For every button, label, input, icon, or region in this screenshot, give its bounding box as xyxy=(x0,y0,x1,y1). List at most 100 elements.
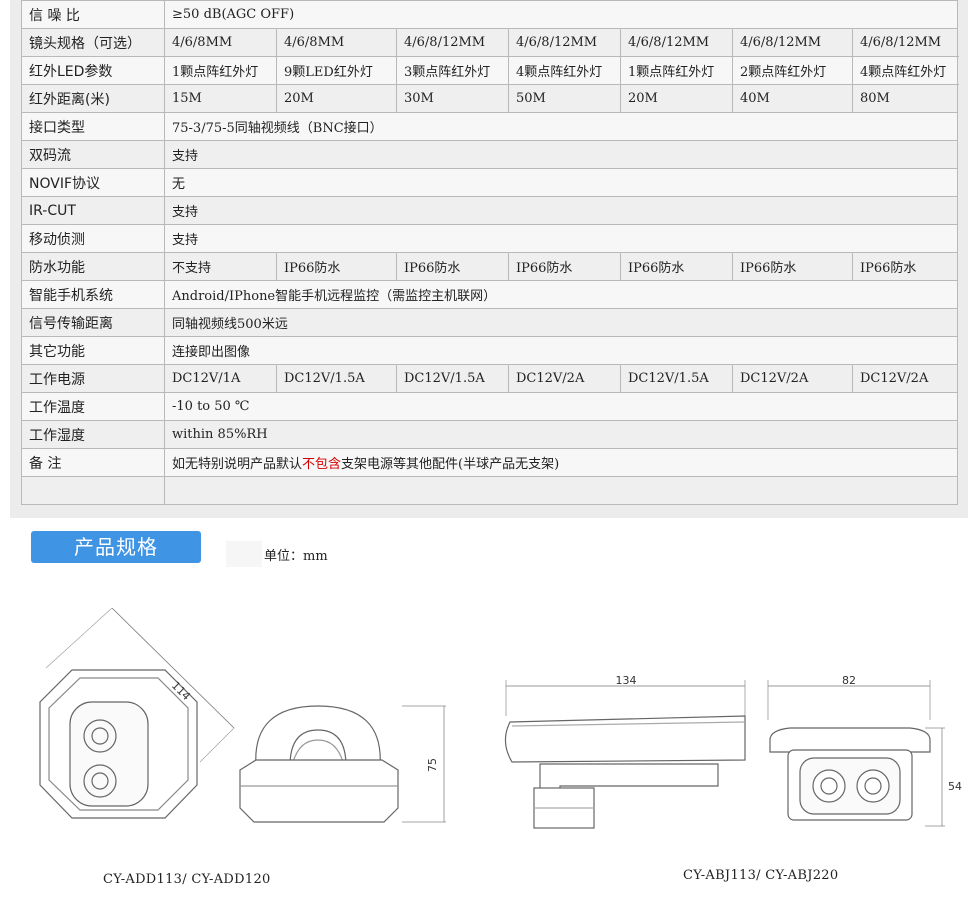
cell-text: 支持 xyxy=(172,149,199,164)
table-cell: 50M xyxy=(508,84,621,113)
table-cell: 不支持 xyxy=(164,252,277,281)
table-cell: Android/IPhone智能手机远程监控（需监控主机联网） xyxy=(163,280,959,309)
cell-text: 同轴视频线500米远 xyxy=(172,317,288,332)
table-cell: 1颗点阵红外灯 xyxy=(620,56,733,85)
row-label: 接口类型 xyxy=(21,112,165,141)
table-cell: 如无特别说明产品默认不包含支架电源等其他配件(半球产品无支架) xyxy=(163,448,959,477)
table-cell: 1颗点阵红外灯 xyxy=(164,56,277,85)
table-cell xyxy=(163,476,959,505)
table-cell: DC12V/2A xyxy=(732,364,853,393)
bullet-front-view xyxy=(767,680,945,827)
cell-text: 75-3/75-5同轴视频线（BNC接口） xyxy=(172,121,383,136)
table-cell: 15M xyxy=(164,84,277,113)
row-label: 智能手机系统 xyxy=(21,280,165,309)
table-cell: 40M xyxy=(732,84,853,113)
model-label-dome: CY-ADD113/ CY-ADD120 xyxy=(103,872,271,887)
table-row: 镜头规格（可选） 4/6/8MM 4/6/8MM 4/6/8/12MM 4/6/8/12… xyxy=(21,28,959,57)
row-label: 红外距离(米) xyxy=(21,84,165,113)
row-label: 工作温度 xyxy=(21,392,165,421)
table-cell: 4/6/8MM xyxy=(164,28,277,57)
table-cell: IP66防水 xyxy=(732,252,853,281)
table-cell: 20M xyxy=(620,84,733,113)
table-cell: IP66防水 xyxy=(508,252,621,281)
table-row: IR-CUT 支持 xyxy=(21,196,959,225)
table-cell: 连接即出图像 xyxy=(163,336,959,365)
model-label-bullet: CY-ABJ113/ CY-ABJ220 xyxy=(683,868,839,883)
spec-table: 信 噪 比 ≥50 dB(AGC OFF) 镜头规格（可选） 4/6/8MM 4/6/8… xyxy=(21,0,959,505)
dome-front-view xyxy=(39,607,235,819)
highlight-text: 不包含 xyxy=(302,457,342,472)
table-row: 接口类型 75-3/75-5同轴视频线（BNC接口） xyxy=(21,112,959,141)
table-cell: DC12V/1.5A xyxy=(620,364,733,393)
row-label: 其它功能 xyxy=(21,336,165,365)
table-row: NOVIF协议无 xyxy=(21,168,959,197)
row-label: NOVIF协议 xyxy=(21,168,165,197)
table-row: 防水功能 不支持 IP66防水 IP66防水 IP66防水 IP66防水 IP66防水 IP6… xyxy=(21,252,959,281)
table-row: 移动侦测 支持 xyxy=(21,224,959,253)
table-cell: 9颗LED红外灯 xyxy=(276,56,397,85)
row-label: 工作湿度 xyxy=(21,420,165,449)
table-cell: 20M xyxy=(276,84,397,113)
table-cell: 支持 xyxy=(163,224,959,253)
product-spec-title: 产品规格 xyxy=(31,531,201,563)
table-cell: 2颗点阵红外灯 xyxy=(732,56,853,85)
table-cell: 无 xyxy=(163,168,959,197)
cell-text: 支持 xyxy=(172,205,199,220)
table-cell: DC12V/1.5A xyxy=(276,364,397,393)
cell-text: 支持 xyxy=(172,233,199,248)
table-cell: IP66防水 xyxy=(396,252,509,281)
row-label: 镜头规格（可选） xyxy=(21,28,165,57)
cell-text: -10 to 50 ℃ xyxy=(172,399,250,414)
table-cell: 支持 xyxy=(163,196,959,225)
cell-text: 支架电源等其他配件(半球产品无支架) xyxy=(341,457,560,472)
row-label: 红外LED参数 xyxy=(21,56,165,85)
cell-text: 无 xyxy=(172,177,186,192)
table-row: 工作温度 -10 to 50 ℃ xyxy=(21,392,959,421)
table-cell: 同轴视频线500米远 xyxy=(163,308,959,337)
cell-text: within 85%RH xyxy=(172,427,268,442)
table-cell: DC12V/2A xyxy=(851,364,959,393)
table-cell: 4颗点阵红外灯 xyxy=(508,56,621,85)
row-label: 信 噪 比 xyxy=(21,0,165,29)
table-cell: DC12V/1A xyxy=(164,364,277,393)
cell-text: Android/IPhone智能手机远程监控（需监控主机联网） xyxy=(172,289,497,304)
row-label: IR-CUT xyxy=(21,196,165,225)
dome-side-view xyxy=(239,705,446,823)
table-cell: 4/6/8/12MM xyxy=(396,28,509,57)
row-label: 防水功能 xyxy=(21,252,165,281)
cell-text: 连接即出图像 xyxy=(172,345,251,360)
bullet-height-dimension: 54 xyxy=(948,780,962,793)
bullet-width-dimension: 82 xyxy=(842,674,856,687)
dimension-drawings: 114 75 134 82 54 xyxy=(39,607,962,829)
table-cell: ≥50 dB(AGC OFF) xyxy=(163,0,959,29)
table-cell: within 85%RH xyxy=(163,420,959,449)
spec-table-panel: 信 噪 比 ≥50 dB(AGC OFF) 镜头规格（可选） 4/6/8MM 4/6/8… xyxy=(10,0,968,518)
table-cell: -10 to 50 ℃ xyxy=(163,392,959,421)
bullet-length-dimension: 134 xyxy=(616,674,637,687)
unit-box xyxy=(226,541,262,567)
table-cell: 4/6/8MM xyxy=(276,28,397,57)
table-cell: 4/6/8/12MM xyxy=(732,28,853,57)
cell-text: 如无特别说明产品默认 xyxy=(172,457,303,472)
bullet-side-view xyxy=(504,680,746,829)
row-label xyxy=(21,476,165,505)
row-label: 移动侦测 xyxy=(21,224,165,253)
table-cell: DC12V/1.5A xyxy=(396,364,509,393)
table-cell: 80M xyxy=(851,84,959,113)
table-cell: 4/6/8/12MM xyxy=(508,28,621,57)
table-row xyxy=(21,476,959,505)
table-row: 其它功能 连接即出图像 xyxy=(21,336,959,365)
dome-height-dimension: 75 xyxy=(426,758,439,772)
table-cell: IP66防水 xyxy=(851,252,959,281)
table-cell: DC12V/2A xyxy=(508,364,621,393)
table-row: 信 噪 比 ≥50 dB(AGC OFF) xyxy=(21,0,959,29)
table-row: 备 注如无特别说明产品默认不包含支架电源等其他配件(半球产品无支架) xyxy=(21,448,959,477)
cell-text: ≥50 dB(AGC OFF) xyxy=(172,7,295,22)
table-row: 信号传输距离 同轴视频线500米远 xyxy=(21,308,959,337)
table-row: 红外距离(米) 15M 20M 30M 50M 20M 40M 80M xyxy=(21,84,959,113)
table-row: 红外LED参数 1颗点阵红外灯 9颗LED红外灯 3颗点阵红外灯 4颗点阵红外灯 1颗点阵… xyxy=(21,56,959,85)
row-label: 工作电源 xyxy=(21,364,165,393)
table-cell: 30M xyxy=(396,84,509,113)
table-cell: 3颗点阵红外灯 xyxy=(396,56,509,85)
table-row: 工作电源 DC12V/1A DC12V/1.5A DC12V/1.5A DC12V/2A… xyxy=(21,364,959,393)
